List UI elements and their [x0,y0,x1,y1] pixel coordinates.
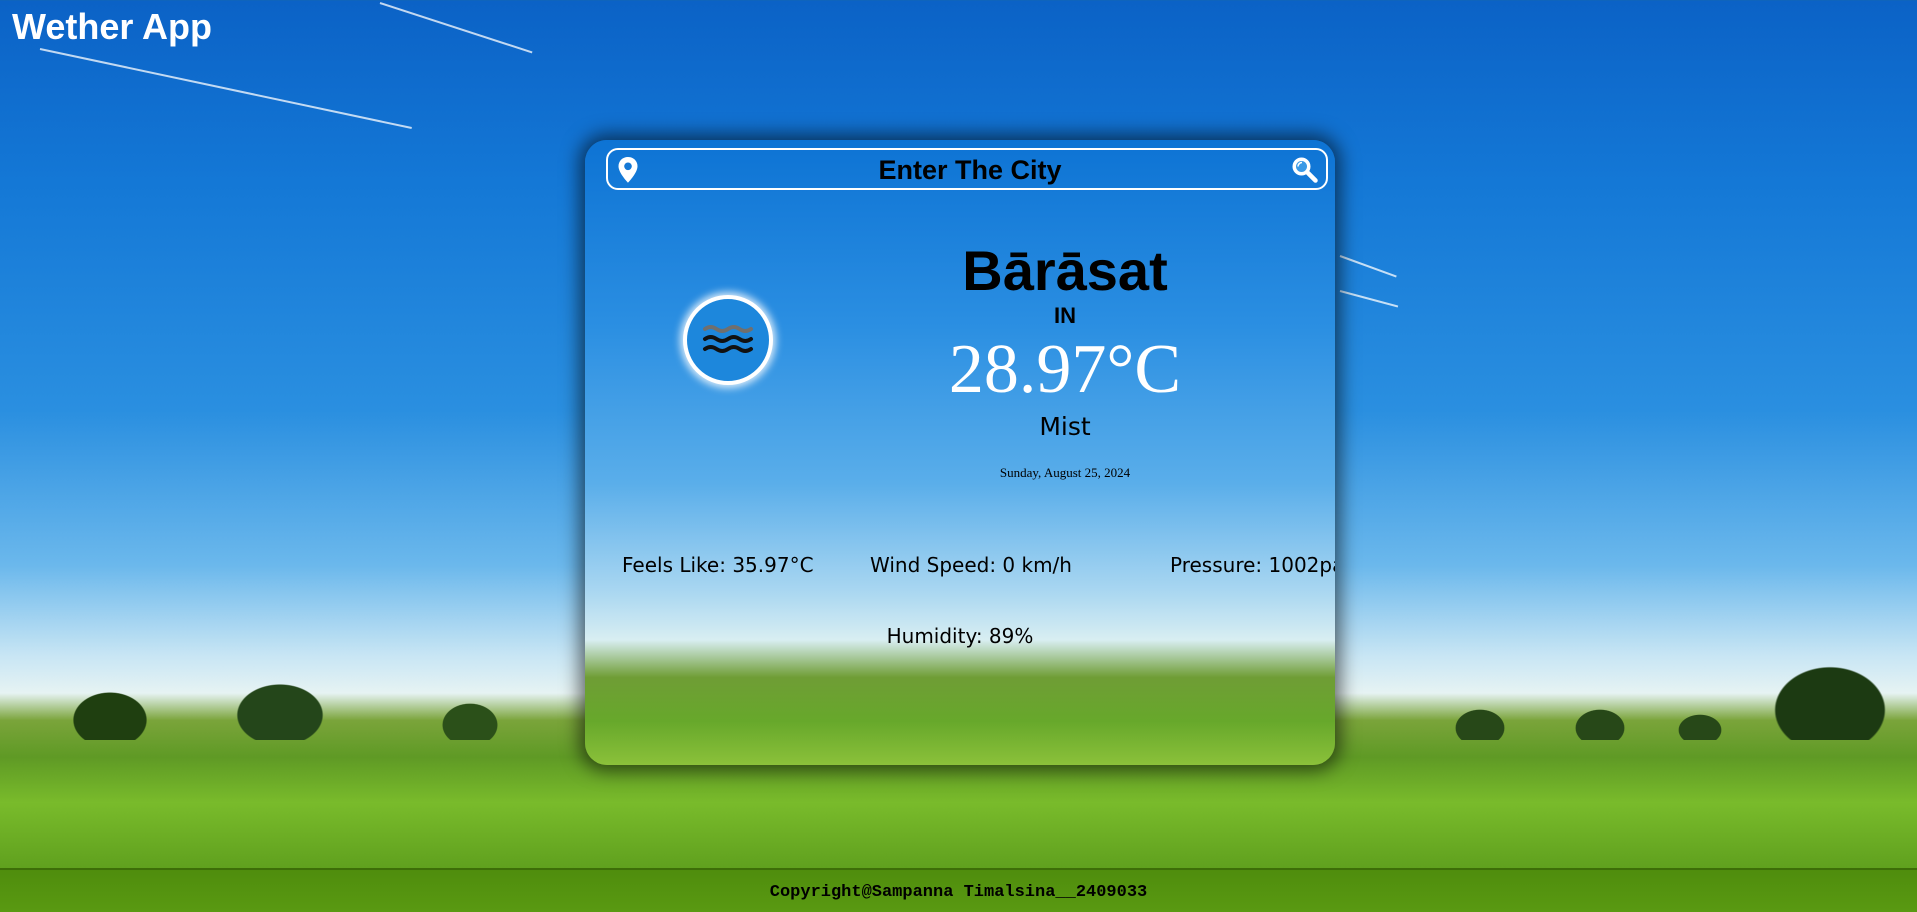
city-name: Bārāsat [962,239,1168,302]
footer: Copyright@Sampanna Timalsina__2409033 [0,868,1917,912]
search-bar [606,148,1328,190]
weather-card: Bārāsat IN 28.97°C Mist Sunday, August 2… [585,140,1335,765]
pressure: Pressure: 1002pa [1170,553,1335,577]
temperature: 28.97°C [948,331,1182,408]
copyright-text: Copyright@Sampanna Timalsina__2409033 [769,882,1148,902]
feels-like: Feels Like: 35.97°C [622,553,814,577]
sky-streak [379,2,533,54]
mist-icon [683,295,773,385]
current-date: Sunday, August 25, 2024 [999,465,1131,480]
wind-speed: Wind Speed: 0 km/h [870,553,1072,577]
sky-streak [1339,255,1397,278]
humidity: Humidity: 89% [886,624,1034,648]
city-search-input[interactable] [648,153,1292,187]
location-pin-icon [618,157,638,183]
sky-streak [39,48,412,129]
sky-streak [1339,290,1399,308]
country-code: IN [1054,303,1076,328]
weather-condition: Mist [1039,412,1091,441]
app-title: Wether App [12,6,213,47]
mist-waves-icon [703,325,753,353]
search-icon[interactable] [1290,155,1318,183]
